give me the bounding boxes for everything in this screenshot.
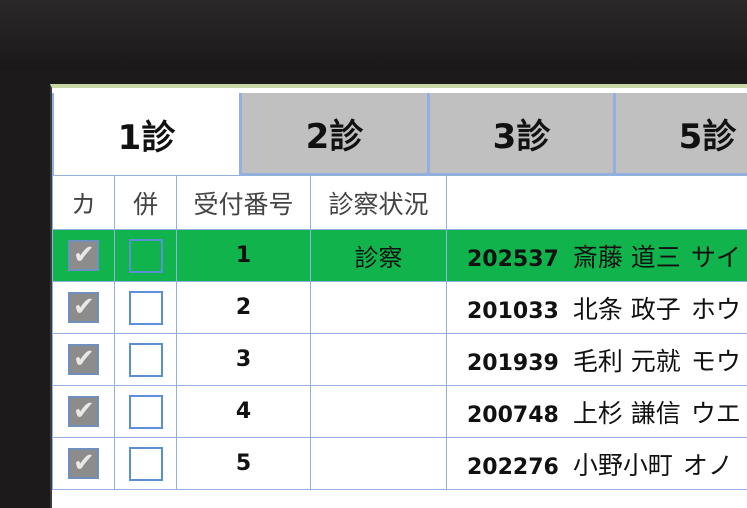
status-cell <box>311 438 447 490</box>
status-cell <box>311 334 447 386</box>
table-row[interactable]: 5 202276 小野小町オノ <box>53 438 747 490</box>
patient-cell[interactable]: 202537 斎藤 道三サイ <box>447 230 747 282</box>
reception-no-cell: 3 <box>177 334 311 386</box>
karte-cell[interactable] <box>53 334 115 386</box>
patient-id: 202537 <box>467 247 559 272</box>
combined-checkbox[interactable] <box>129 395 163 429</box>
patient-cell[interactable]: 202276 小野小町オノ <box>447 438 747 490</box>
combined-checkbox[interactable] <box>129 291 163 325</box>
reception-no-cell: 4 <box>177 386 311 438</box>
karte-cell[interactable] <box>53 282 115 334</box>
patient-cell[interactable]: 201033 北条 政子ホウ <box>447 282 747 334</box>
patient-name: 上杉 謙信 <box>573 399 681 428</box>
patient-cell[interactable]: 200748 上杉 謙信ウエ <box>447 386 747 438</box>
exam-room-tabs: 1診 2診 3診 5診 <box>52 93 747 175</box>
karte-checkbox[interactable] <box>68 448 99 479</box>
karte-checkbox[interactable] <box>68 396 99 427</box>
table-header-row: カ 併 受付番号 診察状況 患者 <box>53 176 747 230</box>
reception-no-cell: 5 <box>177 438 311 490</box>
column-header-status[interactable]: 診察状況 <box>311 176 447 230</box>
combined-checkbox[interactable] <box>129 343 163 377</box>
combined-cell[interactable] <box>115 230 177 282</box>
karte-checkbox[interactable] <box>68 344 99 375</box>
patient-id: 202276 <box>467 455 559 480</box>
karte-cell[interactable] <box>53 438 115 490</box>
karte-cell[interactable] <box>53 386 115 438</box>
status-cell <box>311 386 447 438</box>
column-header-patient[interactable]: 患者 <box>447 176 747 230</box>
patient-name: 斎藤 道三 <box>573 243 681 272</box>
status-cell: 診察 <box>311 230 447 282</box>
column-header-reception-no[interactable]: 受付番号 <box>177 176 311 230</box>
patient-id: 201939 <box>467 351 559 376</box>
karte-checkbox[interactable] <box>68 292 99 323</box>
patient-kana: ウエ <box>691 399 741 428</box>
table-row[interactable]: 3 201939 毛利 元就モウ <box>53 334 747 386</box>
patient-queue-table: カ 併 受付番号 診察状況 患者 1診察 202537 斎藤 道三サイ 2 201033… <box>52 175 747 490</box>
combined-checkbox[interactable] <box>129 447 163 481</box>
reception-screen: 1診 2診 3診 5診 カ 併 受付番号 診察状況 患者 1診察 202537 斎藤… <box>50 84 747 508</box>
patient-id: 201033 <box>467 299 559 324</box>
combined-cell[interactable] <box>115 334 177 386</box>
patient-name: 毛利 元就 <box>573 347 681 376</box>
patient-kana: サイ <box>691 243 741 272</box>
patient-kana: ホウ <box>691 295 741 324</box>
patient-name: 北条 政子 <box>573 295 681 324</box>
combined-checkbox[interactable] <box>129 239 163 273</box>
tab-room-5[interactable]: 5診 <box>614 93 747 175</box>
karte-checkbox[interactable] <box>68 240 99 271</box>
table-row[interactable]: 1診察 202537 斎藤 道三サイ <box>53 230 747 282</box>
status-cell <box>311 282 447 334</box>
reception-no-cell: 1 <box>177 230 311 282</box>
column-header-karte[interactable]: カ <box>53 176 115 230</box>
tab-room-3[interactable]: 3診 <box>428 93 614 175</box>
combined-cell[interactable] <box>115 386 177 438</box>
tab-room-2[interactable]: 2診 <box>240 93 428 175</box>
patient-cell[interactable]: 201939 毛利 元就モウ <box>447 334 747 386</box>
tab-room-1[interactable]: 1診 <box>52 93 240 175</box>
patient-kana: オノ <box>683 451 733 480</box>
patient-id: 200748 <box>467 403 559 428</box>
table-row[interactable]: 2 201033 北条 政子ホウ <box>53 282 747 334</box>
karte-cell[interactable] <box>53 230 115 282</box>
column-header-combined[interactable]: 併 <box>115 176 177 230</box>
patient-kana: モウ <box>691 347 741 376</box>
reception-no-cell: 2 <box>177 282 311 334</box>
background-shade <box>0 0 747 70</box>
table-row[interactable]: 4 200748 上杉 謙信ウエ <box>53 386 747 438</box>
patient-name: 小野小町 <box>573 451 673 480</box>
combined-cell[interactable] <box>115 438 177 490</box>
combined-cell[interactable] <box>115 282 177 334</box>
